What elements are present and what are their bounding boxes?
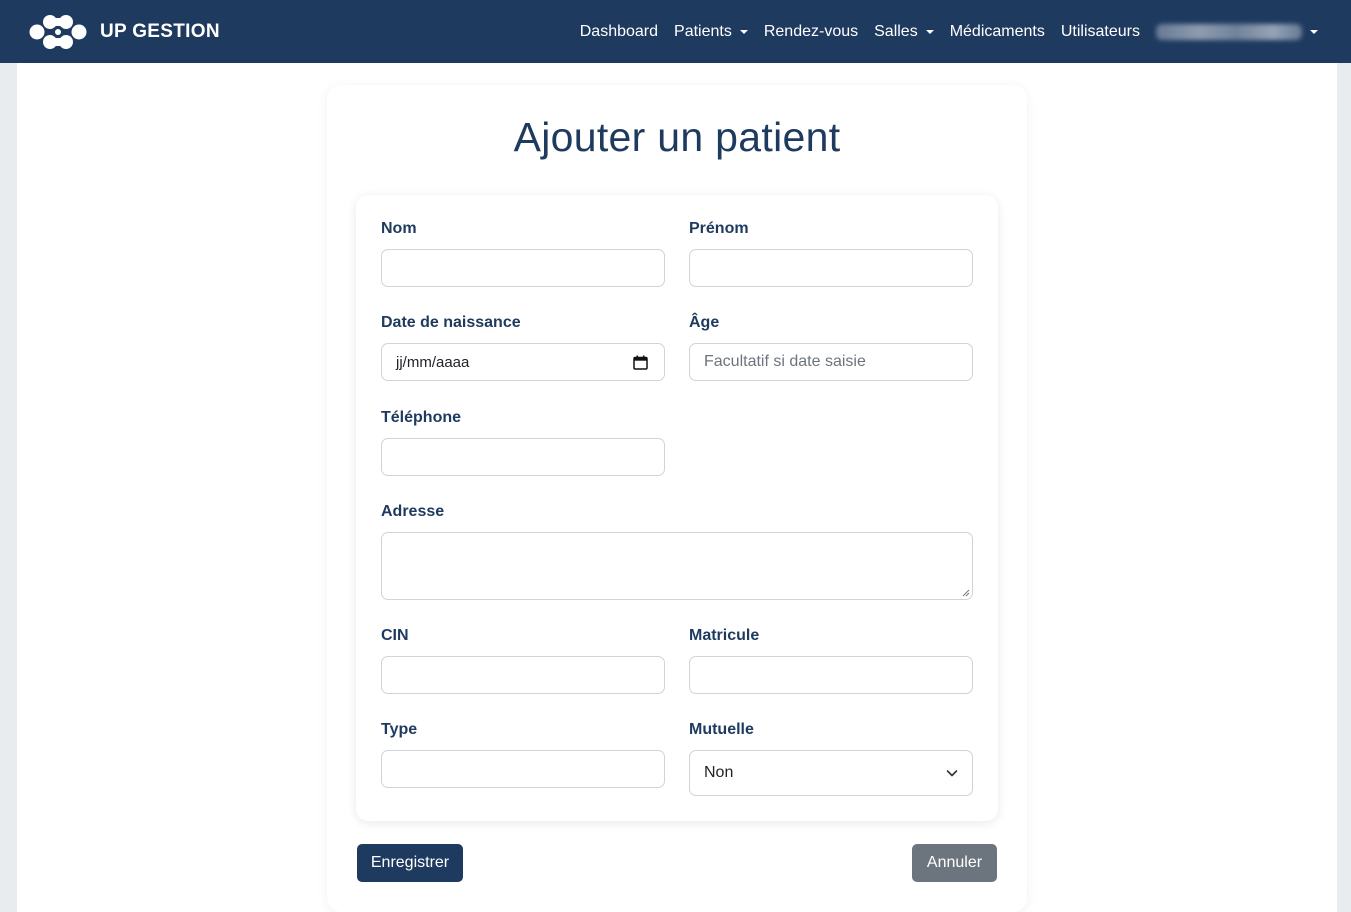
nav-medicaments[interactable]: Médicaments [950,23,1045,41]
cin-label: CIN [381,627,409,644]
nav-dashboard[interactable]: Dashboard [580,23,658,41]
nav-utilisateurs[interactable]: Utilisateurs [1061,23,1140,41]
cin-input[interactable] [381,656,665,694]
nav-salles-label: Salles [874,22,918,40]
date-naissance-input[interactable]: jj/mm/aaaa [381,343,665,381]
mutuelle-select[interactable]: Non [689,750,973,796]
adresse-label: Adresse [381,503,445,520]
caret-down-icon [925,29,934,34]
prenom-input[interactable] [689,249,973,287]
page-title: Ajouter un patient [513,114,841,160]
molecule-logo-icon [29,15,87,49]
user-menu-dropdown[interactable] [1156,23,1318,40]
cancel-button-label: Annuler [926,854,983,871]
nav-patients-label: Patients [674,22,732,40]
telephone-input[interactable] [381,438,665,476]
nom-label: Nom [381,220,417,237]
date-naissance-label: Date de naissance [381,314,521,331]
nav-rendez-vous[interactable]: Rendez-vous [764,23,858,41]
top-navbar: UP GESTION Dashboard Patients Rendez-vou… [0,0,1351,63]
save-button-label: Enregistrer [370,854,450,871]
mutuelle-selected-value: Non [704,764,734,781]
prenom-label: Prénom [689,220,749,237]
caret-down-icon [1310,29,1318,34]
telephone-label: Téléphone [381,409,462,426]
mutuelle-label: Mutuelle [689,721,754,738]
nav-utilisateurs-label: Utilisateurs [1060,22,1140,40]
type-input[interactable] [381,750,665,788]
adresse-textarea[interactable] [381,532,973,600]
nav-salles-dropdown[interactable]: Salles [874,23,934,41]
brand-name: UP GESTION [100,21,220,42]
age-input[interactable]: Facultatif si date saisie [689,343,973,381]
resize-handle-icon[interactable] [962,589,970,597]
save-button[interactable]: Enregistrer [357,844,463,882]
date-naissance-value: jj/mm/aaaa [396,353,470,371]
caret-down-icon [739,29,748,34]
nav-rendez-vous-label: Rendez-vous [763,22,859,40]
nom-input[interactable] [381,249,665,287]
age-placeholder: Facultatif si date saisie [704,353,866,370]
age-label: Âge [689,314,720,331]
brand[interactable]: UP GESTION [28,13,220,51]
chevron-down-icon [946,770,958,777]
matricule-input[interactable] [689,656,973,694]
nav-medicaments-label: Médicaments [949,22,1045,40]
nav-menu: Dashboard Patients Rendez-vous Salles Mé… [564,0,1318,63]
cancel-button[interactable]: Annuler [912,844,997,882]
nav-patients-dropdown[interactable]: Patients [674,23,748,41]
matricule-label: Matricule [689,627,760,644]
form-panel [356,195,998,821]
calendar-icon[interactable] [633,355,648,370]
type-label: Type [381,721,418,738]
blurred-username [1156,23,1302,40]
nav-dashboard-label: Dashboard [579,22,659,40]
